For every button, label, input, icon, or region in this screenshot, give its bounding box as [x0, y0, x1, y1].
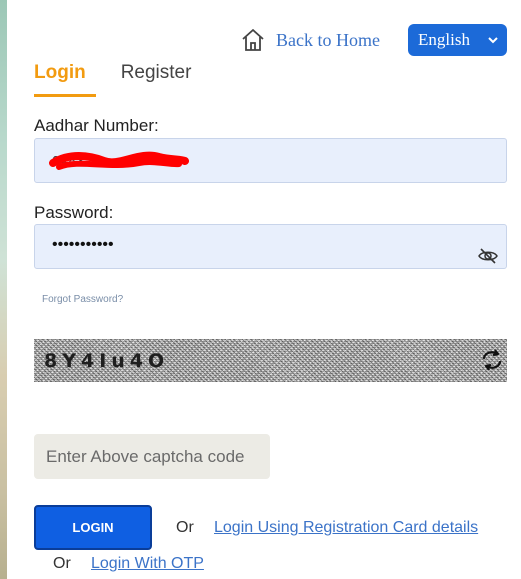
chevron-down-icon: [488, 37, 498, 44]
redaction-scribble: [49, 151, 189, 170]
background-image-edge: [0, 0, 7, 579]
login-button[interactable]: LOGIN: [34, 505, 152, 550]
captcha-text: 8Y4Iu4O: [44, 350, 170, 372]
otp-login-link[interactable]: Login With OTP: [91, 555, 204, 573]
tab-register[interactable]: Register: [121, 62, 192, 97]
captcha-input[interactable]: [34, 434, 270, 479]
password-value: •••••••••••: [52, 236, 114, 253]
or-text: Or: [53, 555, 71, 572]
language-select[interactable]: English: [408, 24, 507, 56]
registration-card-login-link[interactable]: Login Using Registration Card details: [214, 519, 478, 537]
refresh-icon[interactable]: [479, 348, 505, 372]
top-bar: Back to Home English: [240, 24, 507, 56]
forgot-password-link[interactable]: Forgot Password?: [42, 294, 123, 305]
back-to-home-label: Back to Home: [276, 29, 380, 50]
language-value: English: [418, 30, 470, 49]
eye-slash-icon[interactable]: [478, 247, 498, 265]
home-icon: [242, 29, 264, 51]
password-label: Password:: [34, 203, 114, 222]
back-to-home-link[interactable]: Back to Home: [240, 27, 380, 53]
aadhar-input[interactable]: 6483: [34, 138, 507, 183]
aadhar-label: Aadhar Number:: [34, 116, 159, 135]
auth-tabs: Login Register: [34, 62, 216, 97]
tab-login[interactable]: Login: [34, 62, 96, 97]
captcha-image: 8Y4Iu4O: [34, 339, 507, 382]
password-input[interactable]: •••••••••••: [34, 224, 507, 269]
or-text: Or: [176, 519, 194, 536]
